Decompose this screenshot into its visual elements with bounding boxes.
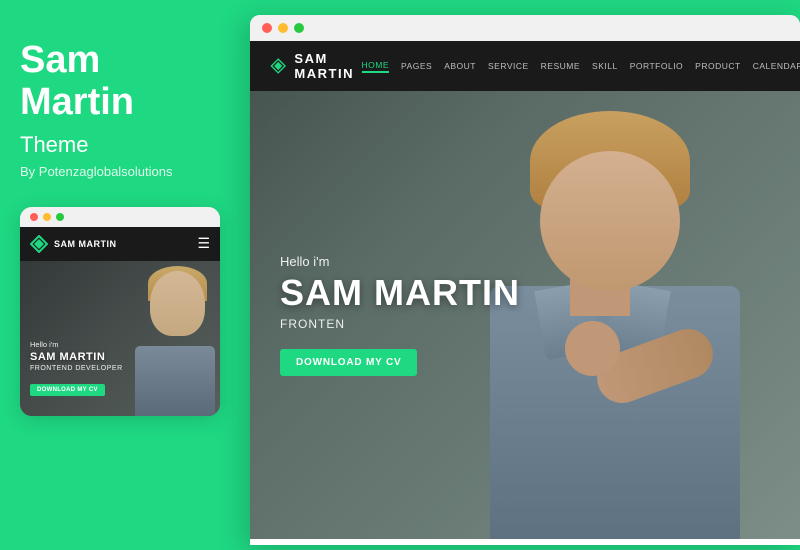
mobile-logo-text: SAM MARTIN: [54, 239, 117, 249]
desktop-dot-red: [262, 23, 272, 33]
theme-subtitle: Theme: [20, 132, 228, 158]
mobile-name: SAM MARTIN: [30, 351, 123, 363]
desktop-dot-yellow: [278, 23, 288, 33]
mobile-navbar: SAM MARTIN ☰: [20, 227, 220, 261]
nav-portfolio[interactable]: PORTFOLIO: [630, 61, 683, 71]
desktop-nav-links: HOME PAGES ABOUT SERVICE RESUME SKILL PO…: [362, 60, 800, 73]
desktop-hero: Hello i'm SAM MARTIN FRONTEN DOWNLOAD MY…: [250, 91, 800, 539]
mobile-content: SAM MARTIN ☰ Hello i'm SAM MARTIN FRONTE…: [20, 227, 220, 416]
dp-hand: [565, 321, 620, 376]
desktop-role: FRONTEN: [280, 317, 520, 331]
desktop-hello: Hello i'm: [280, 254, 520, 269]
mobile-person-shirt: [135, 346, 215, 416]
desktop-download-btn[interactable]: DOWNLOAD MY CV: [280, 349, 417, 376]
theme-title: Sam Martin: [20, 40, 228, 124]
desktop-dot-green: [294, 23, 304, 33]
nav-service[interactable]: SERVICE: [488, 61, 529, 71]
mobile-dot-red: [30, 213, 38, 221]
theme-by: By Potenzaglobalsolutions: [20, 164, 228, 179]
nav-calendar[interactable]: CALENDAR: [753, 61, 800, 71]
desktop-logo-text: SAM MARTIN: [294, 51, 361, 81]
nav-pages[interactable]: PAGES: [401, 61, 432, 71]
desktop-name: SAM MARTIN: [280, 275, 520, 311]
desktop-preview: SAM MARTIN HOME PAGES ABOUT SERVICE RESU…: [250, 15, 800, 545]
mobile-hello: Hello i'm: [30, 340, 123, 349]
desktop-browser-bar: [250, 15, 800, 41]
mobile-download-btn[interactable]: DOWNLOAD MY CV: [30, 384, 105, 396]
left-panel: Sam Martin Theme By Potenzaglobalsolutio…: [0, 0, 248, 550]
nav-skill[interactable]: SKILL: [592, 61, 618, 71]
nav-home[interactable]: HOME: [362, 60, 390, 73]
nav-about[interactable]: ABOUT: [444, 61, 476, 71]
desktop-logo-area: SAM MARTIN: [270, 51, 362, 81]
mobile-hero: Hello i'm SAM MARTIN FRONTEND DEVELOPER …: [20, 261, 220, 416]
mobile-logo-area: SAM MARTIN: [30, 235, 117, 253]
mobile-person-face: [150, 271, 205, 336]
nav-product[interactable]: PRODUCT: [695, 61, 741, 71]
mobile-logo-icon: [30, 235, 48, 253]
mobile-dot-yellow: [43, 213, 51, 221]
dp-face: [540, 151, 680, 291]
desktop-hero-text: Hello i'm SAM MARTIN FRONTEN DOWNLOAD MY…: [280, 254, 520, 376]
mobile-dot-green: [56, 213, 64, 221]
mobile-browser-bar: [20, 207, 220, 227]
desktop-navbar: SAM MARTIN HOME PAGES ABOUT SERVICE RESU…: [250, 41, 800, 91]
mobile-hero-text: Hello i'm SAM MARTIN FRONTEND DEVELOPER …: [30, 340, 123, 396]
mobile-role: FRONTEND DEVELOPER: [30, 365, 123, 372]
desktop-logo-icon: [270, 54, 286, 78]
mobile-hamburger-icon[interactable]: ☰: [197, 235, 210, 252]
mobile-preview: SAM MARTIN ☰ Hello i'm SAM MARTIN FRONTE…: [20, 207, 220, 416]
nav-resume[interactable]: RESUME: [541, 61, 580, 71]
desktop-content: SAM MARTIN HOME PAGES ABOUT SERVICE RESU…: [250, 41, 800, 539]
